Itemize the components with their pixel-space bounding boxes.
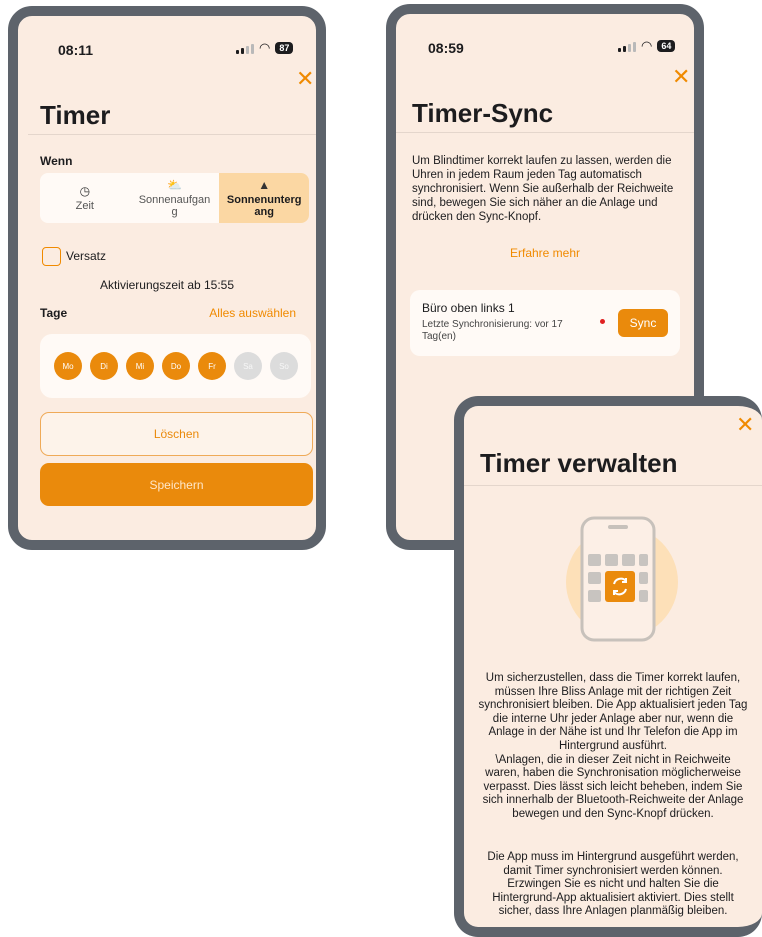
sync-warning-dot [600, 319, 605, 324]
status-time: 08:11 [58, 42, 94, 58]
option-sunset[interactable]: ▲ Sonnenunterg ang [219, 173, 309, 223]
divider [396, 132, 694, 133]
status-icons: ◠ 64 [618, 38, 676, 54]
last-sync-text: Letzte Synchronisierung: vor 17 Tag(en) [422, 319, 563, 342]
trigger-selector: ◷ Zeit ⛅ Sonnenaufgan g ▲ Sonnenunterg a… [40, 173, 309, 223]
learn-more-link[interactable]: Erfahre mehr [396, 246, 694, 260]
versatz-label: Versatz [66, 249, 107, 263]
option-zeit[interactable]: ◷ Zeit [40, 173, 130, 223]
option-sunrise[interactable]: ⛅ Sonnenaufgan g [130, 173, 220, 223]
sunrise-icon: ⛅ [167, 178, 182, 192]
manage-timer-screen: ✕ Timer verwalten Um sicherzustellen, da… [454, 396, 762, 937]
signal-icon [236, 43, 254, 54]
device-name: Büro oben links 1 [422, 301, 515, 315]
sync-description: Um Blindtimer korrekt laufen zu lassen, … [412, 155, 674, 223]
sunset-icon: ▲ [258, 178, 271, 192]
activation-time: Aktivierungszeit ab 15:55 [99, 278, 235, 292]
device-card: Büro oben links 1 Letzte Synchronisierun… [410, 290, 680, 356]
delete-button[interactable]: Löschen [40, 412, 313, 456]
explanation-text: Um sicherzustellen, dass die Timer korre… [478, 672, 748, 822]
signal-icon [618, 41, 636, 52]
battery-icon: 64 [657, 40, 676, 52]
option-label: Zeit [75, 200, 94, 212]
clock-icon: ◷ [79, 184, 91, 198]
day-fr[interactable]: Fr [198, 352, 226, 380]
save-button[interactable]: Speichern [40, 463, 313, 506]
tage-label: Tage [40, 306, 68, 320]
day-di[interactable]: Di [90, 352, 118, 380]
status-time: 08:59 [428, 40, 464, 56]
background-info-text: Die App muss im Hintergrund ausgeführt w… [487, 851, 739, 918]
wifi-icon: ◠ [259, 40, 271, 55]
wifi-icon: ◠ [641, 38, 653, 53]
day-so[interactable]: So [270, 352, 298, 380]
battery-icon: 87 [275, 42, 294, 54]
sync-button[interactable]: Sync [618, 309, 668, 337]
versatz-checkbox[interactable] [42, 247, 61, 266]
sync-illustration [562, 516, 678, 642]
status-icons: ◠ 87 [236, 40, 294, 56]
page-title: Timer [40, 100, 111, 130]
close-icon[interactable]: ✕ [296, 68, 314, 90]
divider [464, 485, 762, 486]
timer-screen: 08:11 ◠ 87 ✕ Timer Wenn ◷ Zeit ⛅ Sonnena… [8, 6, 326, 550]
wenn-label: Wenn [40, 154, 73, 168]
explanation-paragraph: \Anlagen, die in dieser Zeit nicht in Re… [482, 753, 744, 820]
page-title: Timer verwalten [480, 448, 678, 478]
page-title: Timer-Sync [412, 98, 554, 128]
option-label: Sonnenunterg ang [226, 194, 302, 218]
divider [28, 134, 316, 135]
days-container: Mo Di Mi Do Fr Sa So [40, 334, 311, 398]
day-mo[interactable]: Mo [54, 352, 82, 380]
day-sa[interactable]: Sa [234, 352, 262, 380]
day-mi[interactable]: Mi [126, 352, 154, 380]
select-all-link[interactable]: Alles auswählen [209, 306, 296, 320]
close-icon[interactable]: ✕ [736, 414, 754, 436]
close-icon[interactable]: ✕ [672, 66, 690, 88]
option-label: Sonnenaufgan g [138, 194, 211, 218]
day-do[interactable]: Do [162, 352, 190, 380]
explanation-paragraph: Um sicherzustellen, dass die Timer korre… [478, 672, 748, 752]
